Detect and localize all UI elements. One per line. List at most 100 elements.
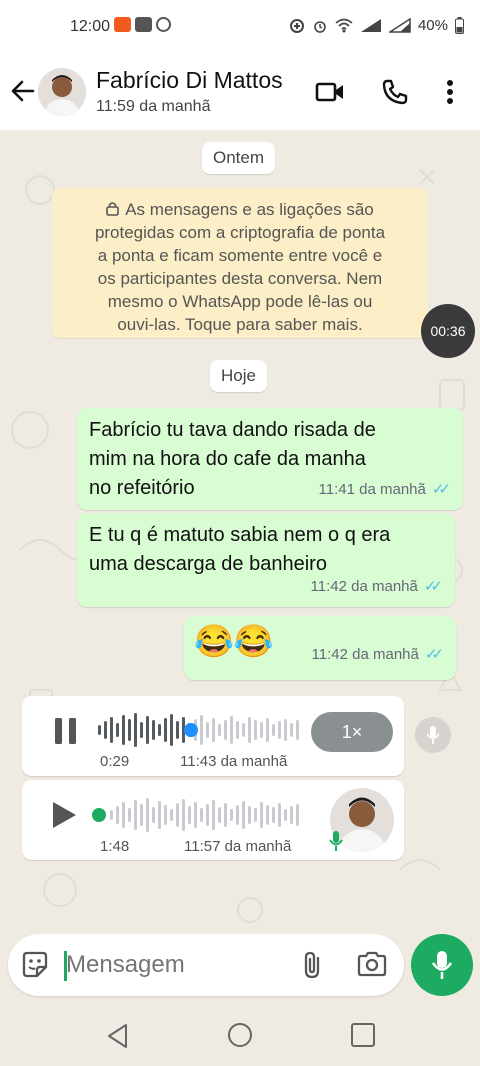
voice-message-bubble[interactable]: 1:48 11:57 da manhã [22,780,404,860]
voice-status-badge [415,717,451,753]
playback-speed-button[interactable]: 1× [311,712,393,752]
wifi-icon [335,18,353,33]
arrow-left-icon [11,80,35,102]
status-bar: 12:00 40% [0,0,480,54]
waveform-bar [248,717,251,743]
waveform-bar [236,721,239,739]
waveform-bar [230,716,233,744]
voice-waveform[interactable] [110,797,302,833]
mic-icon [431,951,453,979]
waveform-bar [242,801,245,829]
waveform-bar [122,715,125,745]
waveform-bar [254,808,257,822]
voice-call-button[interactable] [379,76,411,108]
status-time: 12:00 [70,18,111,35]
nav-recents-button[interactable] [350,1022,376,1048]
sticker-icon [22,951,48,978]
waveform-bar [224,803,227,827]
signal-icon [360,19,381,32]
waveform-bar [278,721,281,739]
waveform-bar [116,806,119,824]
phone-icon [382,79,408,105]
waveform-bar [152,720,155,740]
encryption-line-6: ouvi-las. Toque para saber mais. [117,315,363,334]
whatsapp-notification-icon [156,17,171,32]
encryption-line-4: os participantes desta conversa. Nem [97,269,383,288]
waveform-bar [110,810,113,820]
message-time: 11:41 da manhã [318,481,426,498]
waveform-bar [254,720,257,740]
waveform-bar [272,724,275,736]
waveform-bar [128,719,131,741]
paperclip-icon [304,951,320,979]
chat-area[interactable]: Ontem As mensagens e as ligações são pro… [0,130,480,940]
camera-button[interactable] [356,949,388,979]
app-notification-icon [135,17,152,32]
waveform-bar [140,804,143,826]
waveform-bar [164,805,167,825]
system-nav-bar [0,1004,480,1066]
camera-icon [357,951,387,977]
waveform-bar [182,799,185,831]
message-meta: 11:42 da manhã ✓✓ [312,636,445,674]
more-vert-icon [447,80,453,104]
voice-scrubber[interactable] [92,808,106,822]
waveform-bar [242,723,245,737]
waveform-bar [260,722,263,738]
voice-time: 11:57 da manhã [184,838,292,855]
back-button[interactable] [8,76,38,106]
waveform-bar [296,720,299,740]
waveform-bar [134,713,137,747]
voice-scrubber[interactable] [183,723,198,737]
message-bubble[interactable]: 😂😂 11:42 da manhã ✓✓ [184,616,456,680]
message-line: E tu q é matuto sabia nem o q era [89,524,391,546]
message-meta: 11:42 da manhã ✓✓ [311,572,444,601]
waveform-bar [266,805,269,825]
encryption-notice[interactable]: As mensagens e as ligações são protegida… [52,188,428,338]
voice-waveform[interactable] [98,712,302,748]
chat-header: Fabrício Di Mattos 11:59 da manhã [0,54,480,130]
waveform-bar [212,718,215,742]
contact-avatar[interactable] [38,68,86,116]
data-saver-icon [289,18,304,33]
waveform-bar [188,806,191,824]
attach-button[interactable] [298,949,328,981]
message-composer [8,934,404,996]
message-bubble[interactable]: Fabrício tu tava dando risada de mim na … [77,408,463,510]
waveform-bar [116,723,119,737]
waveform-bar [152,807,155,823]
notification-icons [114,17,171,32]
record-voice-button[interactable] [411,934,473,996]
waveform-bar [206,804,209,826]
waveform-bar [146,798,149,832]
waveform-bar [146,716,149,744]
sticker-button[interactable] [20,950,50,980]
lock-icon [106,202,120,216]
message-line: mim na hora do cafe da manha [89,448,366,470]
waveform-bar [140,722,143,738]
message-input[interactable] [66,947,286,983]
encryption-line-3: a ponta e ficam somente entre você e [97,246,383,265]
read-ticks-icon: ✓✓ [431,481,451,498]
message-bubble[interactable]: E tu q é matuto sabia nem o q era uma de… [77,513,455,607]
avatar-image [38,68,86,116]
contact-name[interactable]: Fabrício Di Mattos [96,67,283,94]
waveform-bar [98,725,101,735]
waveform-bar [272,807,275,823]
pause-button[interactable] [50,715,82,747]
more-options-button[interactable] [434,76,466,108]
waveform-bar [128,808,131,822]
message-line: Fabrício tu tava dando risada de [89,419,376,441]
nav-back-button[interactable] [104,1022,132,1050]
voice-message-bubble[interactable]: 0:29 11:43 da manhã 1× [22,696,404,776]
waveform-bar [200,715,203,745]
pause-icon [55,718,76,744]
mic-icon [329,831,343,851]
nav-home-button[interactable] [227,1022,253,1048]
encryption-line-2: protegidas com a criptografia de ponta [94,223,386,242]
waveform-bar [218,807,221,823]
date-separator-yesterday: Ontem [202,142,276,174]
video-call-button[interactable] [314,76,346,108]
play-button[interactable] [50,800,82,832]
circle-home-icon [228,1023,252,1047]
